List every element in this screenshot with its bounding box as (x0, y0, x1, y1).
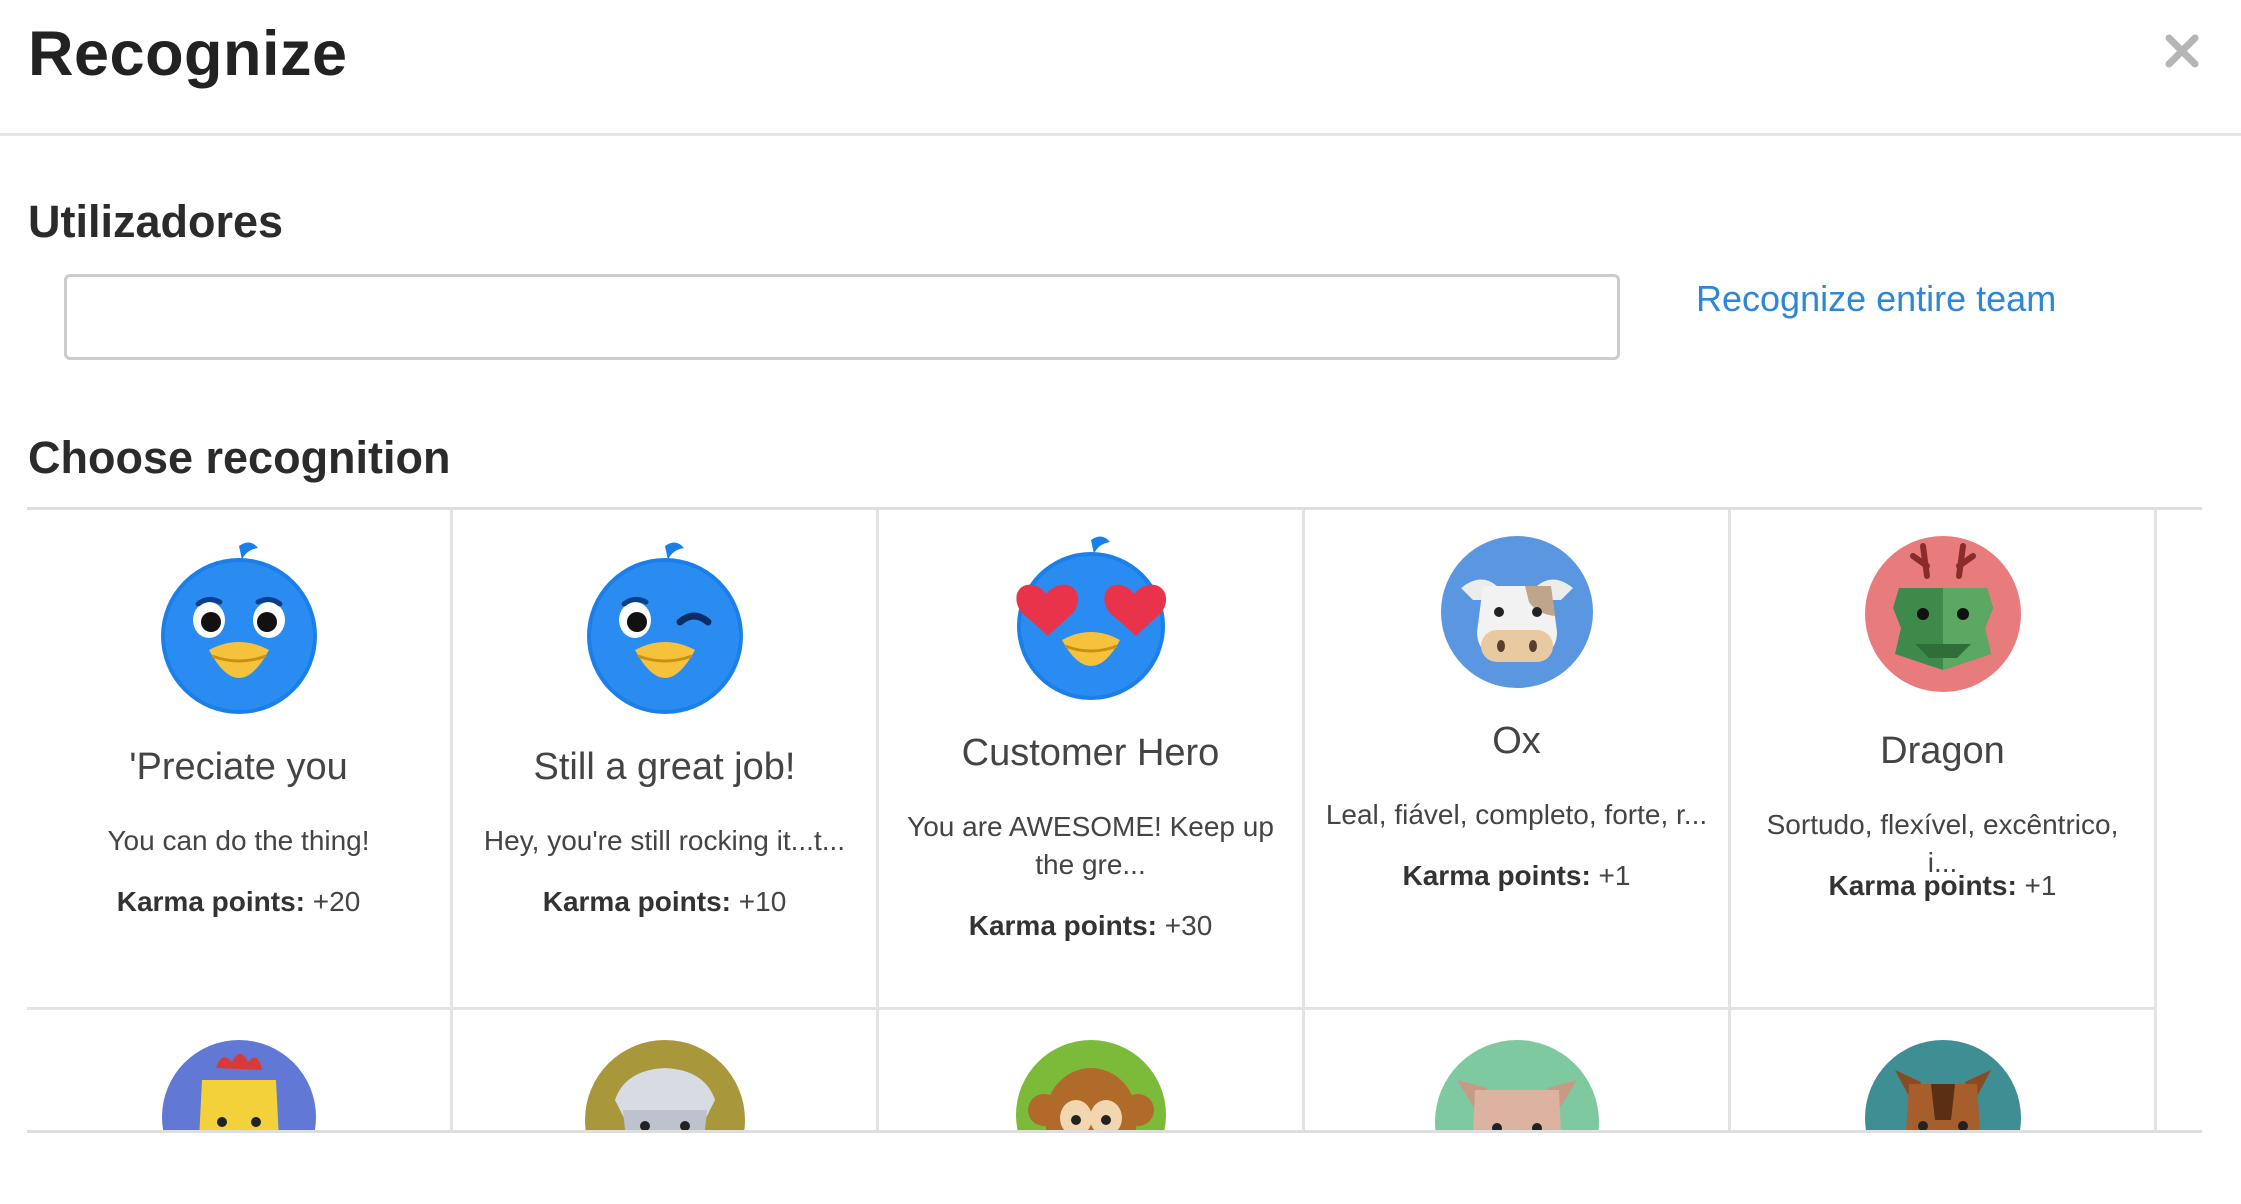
card-karma: Karma points: +1 (1731, 870, 2154, 902)
card-karma: Karma points: +20 (27, 886, 450, 918)
modal-title: Recognize (28, 19, 348, 89)
card-title: Ox (1492, 720, 1541, 762)
bird-wink-icon (586, 542, 743, 714)
karma-value: +30 (1164, 910, 1213, 941)
karma-value: +10 (738, 886, 787, 917)
card-description: You are AWESOME! Keep up the gre... (907, 811, 1274, 880)
recognition-card-pig[interactable] (1305, 1010, 1731, 1130)
recognize-entire-team-link[interactable]: Recognize entire team (1696, 278, 2056, 320)
card-description: Hey, you're still rocking it...t... (483, 825, 846, 856)
close-icon (2165, 34, 2199, 68)
bird-smile-icon (160, 542, 317, 714)
dragon-icon (1864, 536, 2021, 692)
close-button[interactable] (2157, 26, 2207, 76)
karma-value: +1 (1598, 860, 1631, 891)
karma-label: Karma points: (1402, 860, 1591, 891)
card-description: Leal, fiável, completo, forte, r... (1325, 799, 1708, 830)
pig-icon (1434, 1040, 1599, 1130)
recognition-card-monkey[interactable] (879, 1010, 1305, 1130)
card-title: Customer Hero (961, 732, 1220, 774)
recognition-card-customer-hero[interactable]: Customer Hero You are AWESOME! Keep up t… (879, 510, 1305, 1010)
card-karma: Karma points: +30 (879, 910, 1302, 942)
users-label: Utilizadores (28, 196, 284, 247)
choose-recognition-label: Choose recognition (28, 432, 451, 483)
card-title: Dragon (1880, 730, 2005, 772)
recognition-grid: 'Preciate you You can do the thing! Karm… (27, 507, 2202, 1133)
karma-label: Karma points: (1828, 870, 2017, 901)
karma-value: +1 (2024, 870, 2057, 901)
horse-icon (1864, 1040, 2021, 1130)
card-karma: Karma points: +10 (453, 886, 876, 918)
karma-label: Karma points: (968, 910, 1157, 941)
recognize-modal: Recognize Utilizadores Recognize entire … (0, 0, 2241, 1204)
karma-label: Karma points: (116, 886, 305, 917)
bird-heart-eyes-icon (1015, 536, 1166, 700)
recognition-card-ox[interactable]: Ox Leal, fiável, completo, forte, r... K… (1305, 510, 1731, 1010)
card-title: 'Preciate you (129, 746, 348, 788)
recognition-card-horse[interactable] (1731, 1010, 2157, 1130)
karma-label: Karma points: (542, 886, 731, 917)
modal-header: Recognize (0, 0, 2241, 136)
recognition-card-still-great-job[interactable]: Still a great job! Hey, you're still roc… (453, 510, 879, 1010)
ox-icon (1440, 536, 1593, 688)
card-description: You can do the thing! (107, 825, 370, 856)
card-karma: Karma points: +1 (1305, 860, 1728, 892)
recognition-card-rooster[interactable] (27, 1010, 453, 1130)
users-input[interactable] (64, 274, 1620, 360)
recognition-card-preciate-you[interactable]: 'Preciate you You can do the thing! Karm… (27, 510, 453, 1010)
recognition-card-sheep[interactable] (453, 1010, 879, 1130)
sheep-icon (584, 1040, 745, 1130)
card-title: Still a great job! (533, 746, 796, 788)
rooster-icon (161, 1040, 316, 1130)
monkey-icon (1015, 1040, 1166, 1130)
karma-value: +20 (312, 886, 361, 917)
recognition-card-dragon[interactable]: Dragon Sortudo, flexível, excêntrico, i.… (1731, 510, 2157, 1010)
